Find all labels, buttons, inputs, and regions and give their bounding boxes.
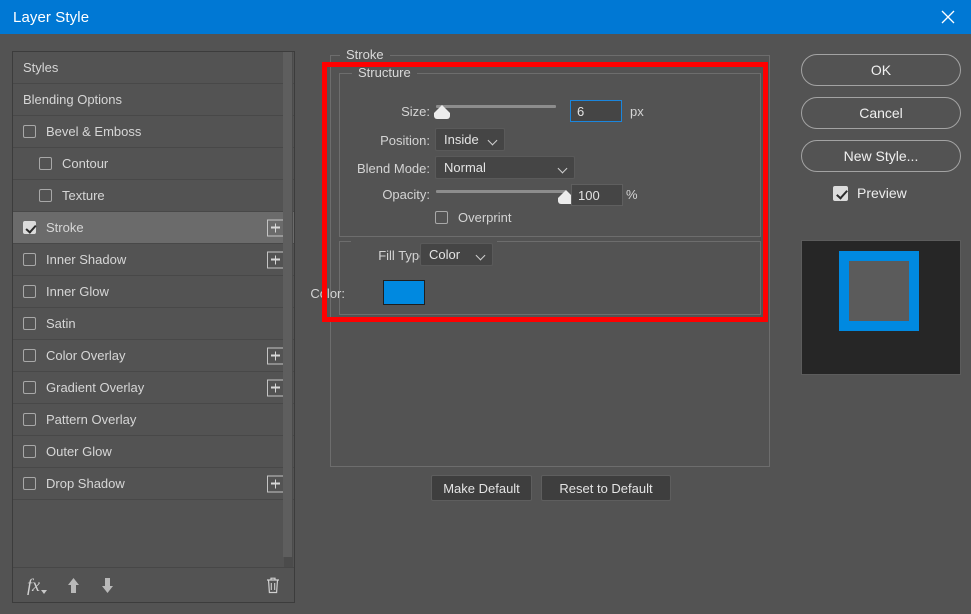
sidebar-item-label: Inner Shadow xyxy=(46,252,127,267)
size-unit: px xyxy=(630,104,644,119)
fill-type-rule-right xyxy=(497,241,761,242)
opacity-label: Opacity: xyxy=(382,187,430,202)
sidebar-item-label: Blending Options xyxy=(23,92,123,107)
make-default-button[interactable]: Make Default xyxy=(431,475,532,501)
sidebar-item-gradient-overlay[interactable]: Gradient Overlay xyxy=(13,372,294,404)
sidebar-item-label: Inner Glow xyxy=(46,284,109,299)
stroke-panel-legend: Stroke xyxy=(340,47,390,62)
sidebar-item-texture[interactable]: Texture xyxy=(13,180,294,212)
overprint-label: Overprint xyxy=(458,210,512,225)
close-icon[interactable] xyxy=(925,0,971,34)
sidebar-scrollbar-track[interactable] xyxy=(283,52,293,568)
chevron-down-icon xyxy=(557,163,568,174)
effect-checkbox[interactable] xyxy=(23,317,36,330)
structure-group xyxy=(339,73,761,237)
sidebar-item-label: Contour xyxy=(62,156,109,171)
sidebar-item-inner-shadow[interactable]: Inner Shadow xyxy=(13,244,294,276)
sidebar-item-label: Gradient Overlay xyxy=(46,380,145,395)
sidebar-item-label: Drop Shadow xyxy=(46,476,125,491)
size-slider-track[interactable] xyxy=(436,105,556,108)
size-input[interactable]: 6 xyxy=(570,100,622,122)
sidebar-item-label: Pattern Overlay xyxy=(46,412,137,427)
effect-checkbox[interactable] xyxy=(23,253,36,266)
effect-checkbox[interactable] xyxy=(23,125,36,138)
position-label: Position: xyxy=(380,133,430,148)
blend-mode-dropdown[interactable]: Normal xyxy=(435,156,575,179)
ok-button[interactable]: OK xyxy=(801,54,961,86)
structure-legend: Structure xyxy=(352,65,417,80)
effect-checkbox[interactable] xyxy=(23,477,36,490)
preview-thumbnail xyxy=(801,240,961,375)
effect-checkbox[interactable] xyxy=(23,349,36,362)
sidebar-item-label: Color Overlay xyxy=(46,348,126,363)
effect-checkbox[interactable] xyxy=(39,157,52,170)
sidebar-item-color-overlay[interactable]: Color Overlay xyxy=(13,340,294,372)
arrow-up-icon[interactable] xyxy=(66,577,81,594)
reset-to-default-button[interactable]: Reset to Default xyxy=(541,475,671,501)
sidebar-item-label: Outer Glow xyxy=(46,444,112,459)
preview-checkbox-row[interactable]: Preview xyxy=(833,185,907,201)
position-value: Inside xyxy=(444,132,479,147)
sidebar-item-pattern-overlay[interactable]: Pattern Overlay xyxy=(13,404,294,436)
sidebar-item-contour[interactable]: Contour xyxy=(13,148,294,180)
fill-type-value: Color xyxy=(429,247,461,262)
chevron-down-icon xyxy=(487,135,498,146)
opacity-unit: % xyxy=(626,187,638,202)
size-label: Size: xyxy=(401,104,430,119)
arrow-down-icon[interactable] xyxy=(100,577,115,594)
fill-type-label: Fill Type: xyxy=(378,248,430,263)
add-effect-icon[interactable] xyxy=(267,219,284,236)
window-title: Layer Style xyxy=(13,8,90,26)
sidebar-item-satin[interactable]: Satin xyxy=(13,308,294,340)
color-label: Color: xyxy=(310,286,345,301)
opacity-slider-track[interactable] xyxy=(436,190,566,193)
add-effect-icon[interactable] xyxy=(267,379,284,396)
color-swatch[interactable] xyxy=(383,280,425,305)
effect-checkbox[interactable] xyxy=(23,285,36,298)
sidebar-item-label: Texture xyxy=(62,188,105,203)
add-effect-icon[interactable] xyxy=(267,475,284,492)
fill-type-rule-left xyxy=(339,241,351,242)
sidebar-item-label: Styles xyxy=(23,60,59,75)
effect-checkbox[interactable] xyxy=(23,221,36,234)
effect-checkbox[interactable] xyxy=(23,413,36,426)
sidebar-item-label: Satin xyxy=(46,316,76,331)
fill-type-dropdown[interactable]: Color xyxy=(420,243,493,266)
preview-checkbox[interactable] xyxy=(833,185,848,201)
sidebar-item-blending-options[interactable]: Blending Options xyxy=(13,84,294,116)
layer-style-dialog: Layer Style Styles Blending Options Bevel … xyxy=(0,0,971,614)
sidebar-item-label: Bevel & Emboss xyxy=(46,124,142,139)
blend-mode-label: Blend Mode: xyxy=(357,161,430,176)
trash-icon[interactable] xyxy=(265,576,281,594)
blend-mode-value: Normal xyxy=(444,160,486,175)
title-bar: Layer Style xyxy=(0,0,971,34)
sidebar-item-label: Stroke xyxy=(46,220,84,235)
effect-checkbox[interactable] xyxy=(23,445,36,458)
add-effect-icon[interactable] xyxy=(267,251,284,268)
sidebar-item-drop-shadow[interactable]: Drop Shadow xyxy=(13,468,294,500)
sidebar-item-styles[interactable]: Styles xyxy=(13,52,294,84)
sidebar-item-bevel-emboss[interactable]: Bevel & Emboss xyxy=(13,116,294,148)
sidebar-scrollbar-thumb[interactable] xyxy=(283,52,292,557)
sidebar-toolbar: fx xyxy=(13,567,294,602)
opacity-input[interactable]: 100 xyxy=(571,184,623,206)
fx-icon[interactable]: fx xyxy=(27,575,47,596)
overprint-checkbox[interactable] xyxy=(435,211,448,224)
overprint-row[interactable]: Overprint xyxy=(435,210,511,225)
chevron-down-icon xyxy=(475,250,486,261)
styles-sidebar: Styles Blending Options Bevel & Emboss Cont… xyxy=(12,51,295,603)
preview-label: Preview xyxy=(857,185,907,201)
position-dropdown[interactable]: Inside xyxy=(435,128,505,151)
cancel-button[interactable]: Cancel xyxy=(801,97,961,129)
add-effect-icon[interactable] xyxy=(267,347,284,364)
sidebar-item-outer-glow[interactable]: Outer Glow xyxy=(13,436,294,468)
sidebar-item-stroke[interactable]: Stroke xyxy=(13,212,294,244)
effect-checkbox[interactable] xyxy=(23,381,36,394)
styles-list[interactable]: Styles Blending Options Bevel & Emboss Cont… xyxy=(13,52,294,568)
effect-checkbox[interactable] xyxy=(39,189,52,202)
preview-shape xyxy=(839,251,919,331)
new-style-button[interactable]: New Style... xyxy=(801,140,961,172)
